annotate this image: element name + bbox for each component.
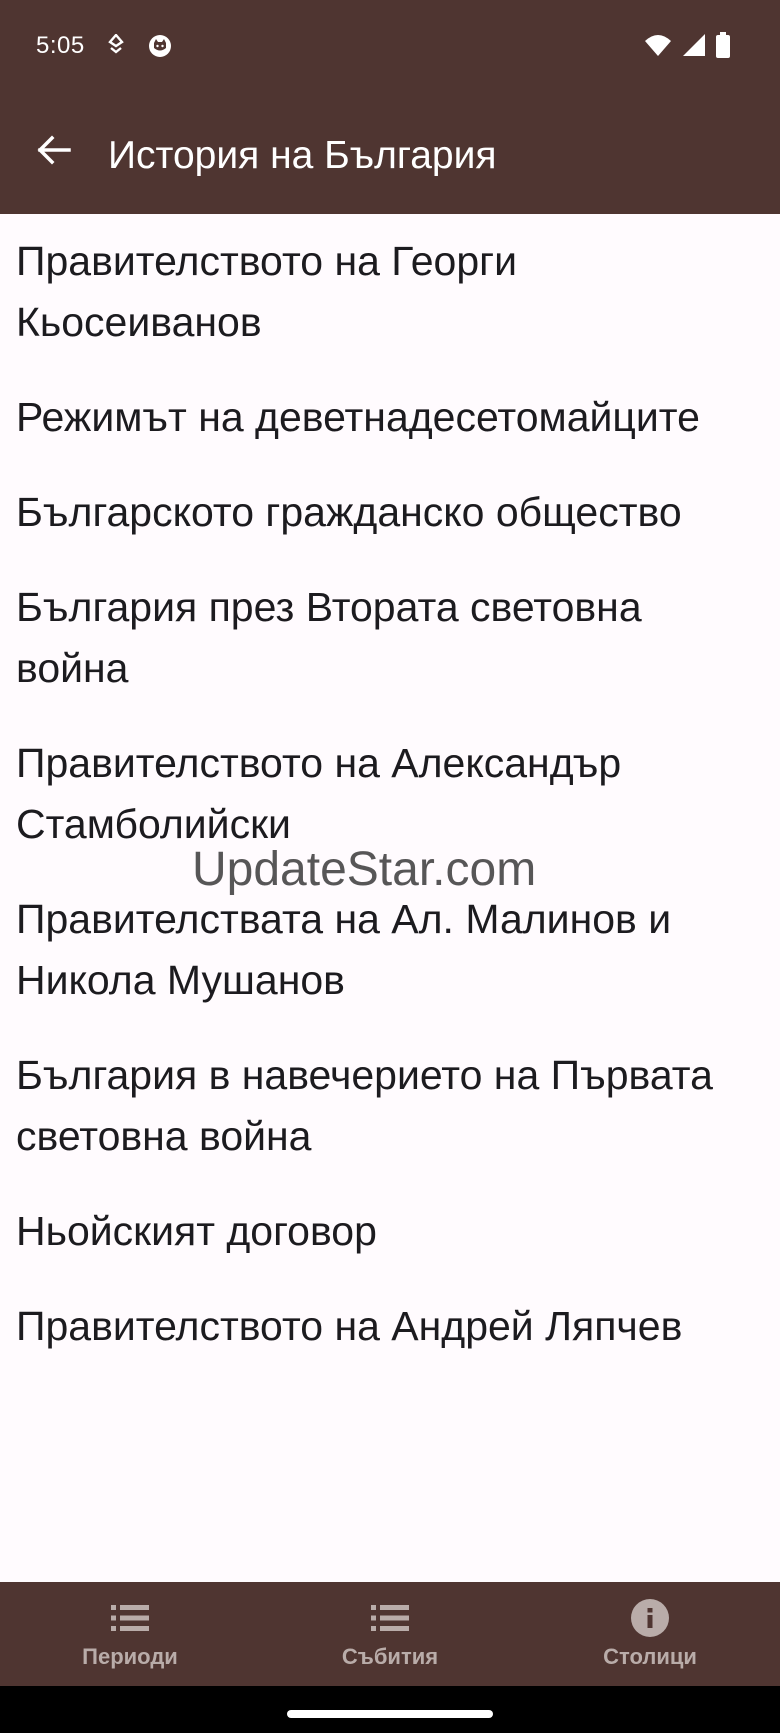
list-item[interactable]: Българското гражданско общество bbox=[0, 465, 780, 560]
arrow-back-icon bbox=[37, 135, 71, 170]
list-item[interactable]: Ньойският договор bbox=[0, 1184, 780, 1279]
info-icon bbox=[631, 1599, 669, 1637]
status-time: 5:05 bbox=[36, 32, 85, 59]
list-item[interactable]: България в навечерието на Първата светов… bbox=[0, 1028, 780, 1184]
nav-item-capitals[interactable]: Столици bbox=[520, 1582, 780, 1686]
status-bar: 5:05 bbox=[0, 0, 780, 96]
list-icon bbox=[371, 1600, 409, 1636]
battery-icon bbox=[716, 32, 730, 63]
list-icon bbox=[111, 1600, 149, 1636]
list-item[interactable]: Правителството на Андрей Ляпчев bbox=[0, 1279, 780, 1374]
signal-icon bbox=[682, 33, 706, 62]
nav-label: Столици bbox=[603, 1644, 697, 1669]
system-navigation-bar bbox=[0, 1686, 780, 1733]
nav-item-events[interactable]: Събития bbox=[260, 1582, 520, 1686]
gesture-handle[interactable] bbox=[287, 1710, 493, 1718]
bottom-navigation: Периоди Събития Столици bbox=[0, 1582, 780, 1686]
back-button[interactable] bbox=[26, 124, 82, 180]
nav-item-periods[interactable]: Периоди bbox=[0, 1582, 260, 1686]
list-item[interactable]: Правителствата на Ал. Малинов и Никола М… bbox=[0, 872, 780, 1028]
nav-label: Събития bbox=[341, 1644, 439, 1669]
cat-notification-icon bbox=[148, 34, 172, 63]
list-item[interactable]: България през Втората световна война bbox=[0, 560, 780, 716]
list-item[interactable]: Правителството на Александър Стамболийск… bbox=[0, 716, 780, 872]
nav-label: Периоди bbox=[82, 1644, 178, 1669]
app-bar: История на България bbox=[0, 96, 780, 214]
list-item[interactable]: Режимът на деветнадесетомайците bbox=[0, 370, 780, 465]
wifi-icon bbox=[644, 33, 672, 62]
list-item[interactable]: Правителството на Георги Кьосеиванов bbox=[0, 214, 780, 370]
topic-list: Правителството на Георги Кьосеиванов Реж… bbox=[0, 214, 780, 1374]
page-title: История на България bbox=[108, 134, 497, 177]
location-pin-icon bbox=[108, 33, 124, 61]
